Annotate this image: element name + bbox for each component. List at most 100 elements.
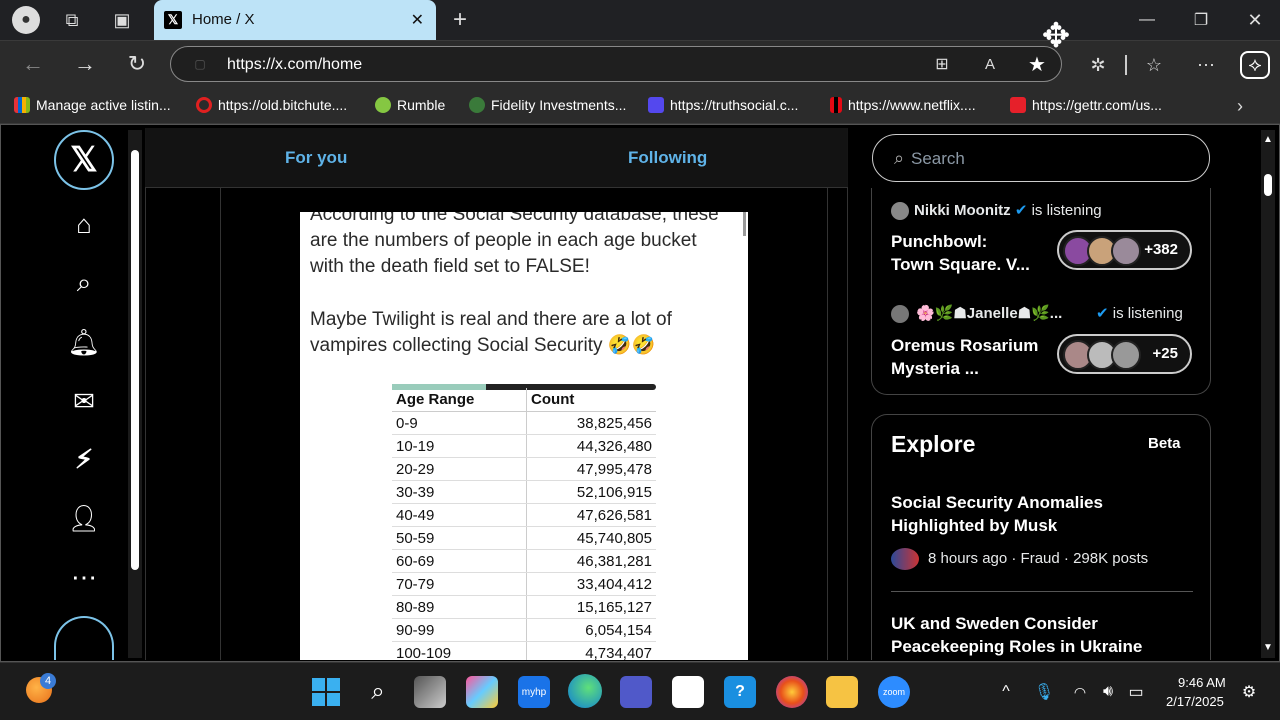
app-available-icon[interactable]: ⊞ [931, 53, 953, 75]
profile-icon[interactable]: ● [12, 6, 40, 34]
space2-title-2[interactable]: Mysteria ... [891, 359, 979, 379]
truthsocial-icon [648, 97, 664, 113]
bookmark-netflix[interactable]: https://www.netflix.... [830, 97, 976, 113]
post-scrollbar [743, 212, 746, 236]
space2-listeners-pill[interactable]: +25 [1057, 334, 1192, 374]
show-hidden-icons[interactable]: ^ [996, 680, 1016, 704]
netflix-icon [830, 97, 842, 113]
notifications-bell-icon[interactable]: 🔔︎ [62, 320, 106, 364]
file-explorer-icon[interactable] [826, 676, 858, 708]
space2-title-1[interactable]: Oremus Rosarium [891, 336, 1038, 356]
search-icon: ⌕ [893, 147, 905, 168]
restore-icon[interactable]: ❐ [1186, 6, 1216, 34]
tab-for-you[interactable]: For you [285, 148, 347, 168]
favorites-icon[interactable]: ☆ [1142, 53, 1166, 77]
age-count-table: Age Range Count 0-9 38,825,456 10-19 44,326… [392, 388, 656, 660]
grok-icon[interactable]: ⚡︎ [62, 437, 106, 481]
more-circle-icon[interactable]: ⋯ [62, 555, 106, 599]
table-row: 20-29 47,995,478 [392, 457, 656, 481]
back-icon[interactable]: ← [20, 51, 46, 77]
explore-item1-avatars [891, 548, 919, 570]
space1-listeners-pill[interactable]: +382 [1057, 230, 1192, 270]
read-aloud-icon[interactable]: A [979, 53, 1001, 75]
space2-count: +25 [1152, 345, 1178, 362]
bookmark-ebay[interactable]: Manage active listin... [14, 97, 171, 113]
messages-mail-icon[interactable]: ✉ [62, 379, 106, 423]
clock-time[interactable]: 9:46 AM [1178, 675, 1226, 690]
col-count: Count [526, 388, 656, 412]
search-placeholder: Search [911, 149, 965, 168]
space2-status: is listening [1112, 305, 1183, 322]
search-input[interactable]: ⌕ Search [872, 134, 1210, 182]
close-window-icon[interactable]: ✕ [1240, 6, 1270, 34]
x-logo-icon[interactable]: 𝕏 [54, 130, 114, 190]
copilot-app-icon[interactable] [466, 676, 498, 708]
firefox-icon[interactable] [776, 676, 808, 708]
teams-icon[interactable] [620, 676, 652, 708]
battery-icon[interactable]: ▭ [1126, 680, 1146, 704]
bookmark-fidelity[interactable]: Fidelity Investments... [469, 97, 626, 113]
tab-home-x[interactable]: 𝕏 Home / X ✕ [154, 0, 436, 40]
space1-title-1[interactable]: Punchbowl: [891, 232, 987, 252]
count-cell: 45,740,805 [526, 526, 656, 550]
scroll-down-icon[interactable]: ▼ [1261, 640, 1275, 654]
forward-icon[interactable]: → [72, 51, 98, 77]
explore-item1-title-1[interactable]: Social Security Anomalies [891, 493, 1103, 513]
scroll-up-icon[interactable]: ▲ [1261, 132, 1275, 146]
close-tab-icon[interactable]: ✕ [411, 10, 424, 30]
space1-host-name[interactable]: Nikki Moonitz [914, 202, 1011, 219]
extensions-icon[interactable]: ✲ [1086, 53, 1110, 77]
fidelity-icon [469, 97, 485, 113]
edge-icon[interactable] [568, 674, 602, 708]
home-icon[interactable]: ⌂ [62, 202, 106, 246]
left-scrollbar[interactable] [128, 130, 142, 658]
volume-icon[interactable]: 🔊︎ [1098, 680, 1118, 704]
count-cell: 6,054,154 [526, 618, 656, 642]
microphone-icon[interactable]: 🎙︎ [1034, 680, 1054, 704]
left-scrollbar-thumb[interactable] [131, 150, 139, 570]
tab-following[interactable]: Following [628, 148, 707, 168]
copilot-icon[interactable]: ⟡ [1240, 51, 1270, 79]
address-bar[interactable]: ▢ https://x.com/home ⊞ A ★ [170, 46, 1062, 82]
age-range-cell: 10-19 [392, 434, 527, 458]
bookmark-rumble[interactable]: Rumble [375, 97, 445, 113]
start-windows-icon[interactable] [310, 676, 342, 708]
space2-host-avatar [891, 305, 909, 323]
space2-host-name[interactable]: 🌸🌿☗Janelle☗🌿... [916, 305, 1062, 322]
bookmarks-bar: Manage active listin... https://old.bitc… [0, 88, 1280, 124]
explore-beta-badge: Beta [1148, 435, 1181, 452]
right-scrollbar[interactable]: ▲ ▼ [1261, 130, 1275, 658]
tab-actions-icon[interactable]: ▣ [110, 8, 134, 32]
table-row: 30-39 52,106,915 [392, 480, 656, 504]
store-icon[interactable] [672, 676, 704, 708]
minimize-icon[interactable]: — [1132, 6, 1162, 34]
bitchute-icon [196, 97, 212, 113]
post-image[interactable]: According to the Social Security databas… [300, 212, 748, 660]
task-view-icon[interactable] [414, 676, 446, 708]
profile-person-icon[interactable]: 👤︎ [62, 496, 106, 540]
table-row: 0-9 38,825,456 [392, 411, 656, 435]
right-scrollbar-thumb[interactable] [1264, 174, 1272, 196]
wifi-icon[interactable]: ◠ [1070, 680, 1090, 704]
bookmarks-more-icon[interactable]: › [1230, 96, 1250, 116]
myhp-icon[interactable]: myhp [518, 676, 550, 708]
explore-item1-title-2[interactable]: Highlighted by Musk [891, 516, 1057, 536]
explore-item2-title-1[interactable]: UK and Sweden Consider [891, 614, 1098, 634]
bookmark-gettr[interactable]: https://gettr.com/us... [1010, 97, 1162, 113]
more-menu-icon[interactable]: ⋯ [1194, 53, 1218, 77]
taskbar-search-icon[interactable]: ⌕ [362, 676, 394, 708]
age-range-cell: 0-9 [392, 411, 527, 435]
clock-date[interactable]: 2/17/2025 [1166, 694, 1224, 709]
explore-item2-title-2[interactable]: Peacekeeping Roles in Ukraine [891, 637, 1142, 657]
refresh-icon[interactable]: ↻ [124, 51, 150, 77]
zoom-icon[interactable]: zoom [878, 676, 910, 708]
bookmark-truthsocial[interactable]: https://truthsocial.c... [648, 97, 798, 113]
explore-item1-meta: 8 hours ago · Fraud · 298K posts [928, 550, 1149, 567]
space1-title-2[interactable]: Town Square. V... [891, 255, 1030, 275]
bookmark-bitchute[interactable]: https://old.bitchute.... [196, 97, 347, 113]
help-icon[interactable]: ? [724, 676, 756, 708]
search-icon[interactable]: ⌕ [62, 261, 106, 305]
notification-settings-icon[interactable]: ⚙ [1238, 680, 1260, 704]
new-tab-icon[interactable]: + [448, 6, 472, 34]
workspaces-icon[interactable]: ⧉ [60, 8, 84, 32]
